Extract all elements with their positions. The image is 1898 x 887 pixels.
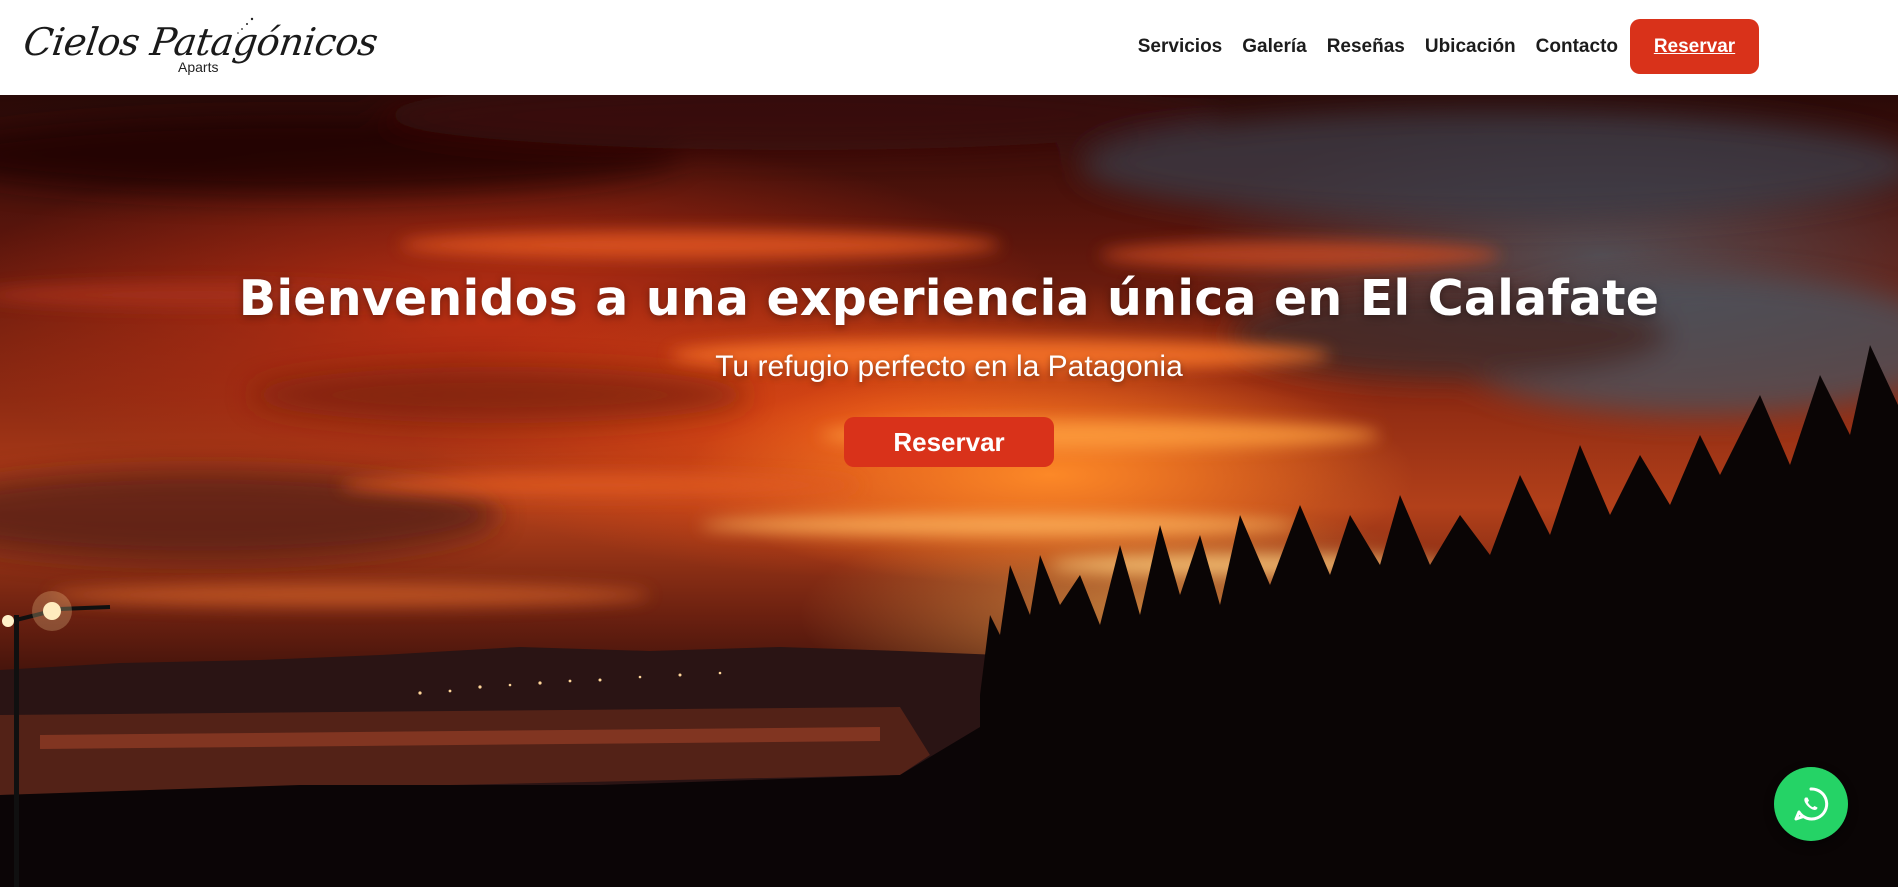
nav-item-ubicacion[interactable]: Ubicación [1425, 33, 1516, 61]
landscape-silhouette [0, 345, 1898, 887]
reserve-button-hero[interactable]: Reservar [844, 417, 1054, 467]
main-nav: Servicios Galería Reseñas Ubicación Cont… [1138, 33, 1618, 61]
logo-script-text: Cielos Patagónicos [20, 20, 381, 64]
hero-title: Bienvenidos a una experiencia única en E… [238, 270, 1660, 327]
nav-item-servicios[interactable]: Servicios [1138, 33, 1223, 61]
logo-subtitle: Aparts [178, 59, 219, 75]
reserve-button-header[interactable]: Reservar [1630, 19, 1759, 74]
hero-section: Bienvenidos a una experiencia única en E… [0, 95, 1898, 887]
site-header: Cielos Patagónicos Aparts Servicios Gale… [0, 0, 1898, 95]
stars-icon [237, 17, 254, 34]
whatsapp-button[interactable] [1774, 767, 1848, 841]
hero-subtitle: Tu refugio perfecto en la Patagonia [715, 350, 1183, 383]
nav-item-contacto[interactable]: Contacto [1536, 33, 1618, 61]
whatsapp-icon [1794, 787, 1829, 821]
nav-item-galeria[interactable]: Galería [1242, 33, 1306, 61]
hero-title-container: Bienvenidos a una experiencia única en E… [0, 265, 1898, 327]
logo[interactable]: Cielos Patagónicos Aparts [20, 16, 380, 78]
nav-item-resenas[interactable]: Reseñas [1327, 33, 1405, 61]
